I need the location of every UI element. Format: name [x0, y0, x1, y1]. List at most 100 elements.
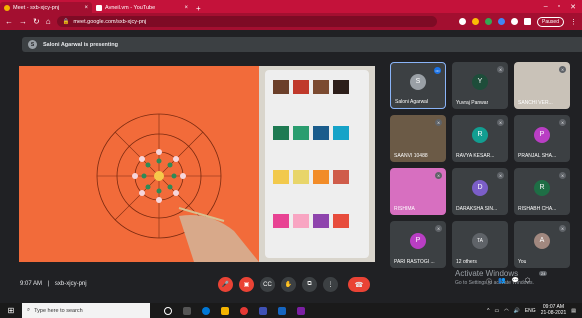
tab-strip: Meet - sxb-xjcy-pnj × Avneil.vm - YouTub… — [0, 0, 582, 13]
mic-off-icon: ⨯ — [559, 66, 566, 73]
captions-button[interactable]: CC — [260, 277, 275, 292]
system-tray: ^ ▭ ◠ 🔊 ENG 09:07 AM 21-08-2021 ▤ — [487, 304, 582, 316]
participant-tile[interactable]: R ⨯ RISHABH CHA... — [514, 168, 570, 215]
lock-icon: 🔒 — [62, 18, 70, 25]
edge-icon[interactable] — [202, 306, 210, 315]
participant-name: You — [518, 259, 527, 265]
more-options-icon[interactable]: ••• — [434, 67, 441, 74]
participant-name: SANCHI VER... — [518, 100, 553, 106]
word-icon[interactable] — [278, 306, 286, 315]
task-view-icon[interactable] — [183, 306, 191, 315]
self-tile[interactable]: A ⨯ You — [514, 221, 570, 268]
avatar: S — [28, 40, 37, 49]
windows-start-icon[interactable]: ⊞ — [0, 306, 22, 315]
people-icon[interactable]: 👥 — [498, 277, 505, 286]
windows-taskbar: ⊞ ⌕ Type here to search ^ ▭ ◠ 🔊 ENG 09:0… — [0, 303, 582, 318]
participant-tile[interactable]: S ••• Saloni Agarwal — [390, 62, 446, 109]
participant-count-badge: 24 — [539, 271, 548, 276]
mic-off-icon: ⨯ — [435, 225, 442, 232]
participant-name: RAVYA KESAR... — [456, 153, 495, 159]
participant-tile[interactable]: Y ⨯ Yuvraj Panwar — [452, 62, 508, 109]
camera-toggle-button[interactable]: ▣ — [239, 277, 254, 292]
media-icon[interactable] — [524, 18, 532, 25]
participant-tile[interactable]: P ⨯ PARI RASTOGI ... — [390, 221, 446, 268]
participant-tile[interactable]: D ⨯ DARAKSHA SIN... — [452, 168, 508, 215]
maximize-icon[interactable]: ▫ — [558, 3, 560, 11]
volume-icon[interactable]: 🔊 — [514, 308, 520, 314]
menu-kebab-icon[interactable]: ⋮ — [570, 18, 577, 26]
activities-icon[interactable]: ⬡ — [525, 277, 530, 286]
youtube-favicon-icon — [96, 4, 102, 11]
forward-icon[interactable]: → — [19, 17, 27, 26]
info-icon[interactable]: ⓘ — [486, 277, 492, 286]
participant-name: PARI RASTOGI ... — [394, 259, 435, 265]
participant-name: Yuvraj Panwar — [456, 100, 489, 106]
battery-icon: ▭ — [494, 307, 500, 314]
chrome-icon[interactable] — [240, 306, 248, 315]
close-tab-icon[interactable]: × — [184, 5, 188, 11]
file-explorer-icon[interactable] — [221, 306, 229, 315]
star-icon[interactable] — [472, 18, 480, 25]
app-icon[interactable] — [297, 306, 305, 315]
avatar: TA — [472, 232, 488, 249]
leave-call-button[interactable]: ☎ — [348, 277, 370, 292]
paint-palette — [259, 66, 375, 262]
mic-off-icon: 🎤 — [221, 282, 230, 288]
mic-off-icon: ⨯ — [435, 119, 442, 126]
meeting-time: 9:07 AM — [20, 281, 43, 287]
avatar: D — [472, 179, 488, 196]
participant-tile[interactable]: R ⨯ RAVYA KESAR... — [452, 115, 508, 162]
clock-date: 21-08-2021 — [540, 309, 567, 316]
participant-tile[interactable]: P ⨯ PRANJAL SHA... — [514, 115, 570, 162]
tab-title: Meet - sxb-xjcy-pnj — [13, 4, 60, 11]
clock[interactable]: 09:07 AM 21-08-2021 — [540, 304, 567, 316]
profile-paused-button[interactable]: Paused — [537, 16, 564, 27]
puzzle-icon[interactable] — [511, 18, 519, 25]
wifi-icon[interactable]: ◠ — [504, 308, 508, 314]
taskbar-search[interactable]: ⌕ Type here to search — [22, 303, 150, 318]
mic-off-icon: ⨯ — [559, 225, 566, 232]
participant-tile[interactable]: ⨯ RISHIMA — [390, 168, 446, 215]
tab-meet[interactable]: Meet - sxb-xjcy-pnj × — [0, 2, 92, 13]
participant-tile[interactable]: ⨯ SAANVI 10488 — [390, 115, 446, 162]
others-tile[interactable]: TA 12 others — [452, 221, 508, 268]
cortana-icon[interactable] — [164, 306, 172, 315]
avatar: A — [534, 232, 550, 249]
meet-favicon-icon — [4, 4, 10, 11]
captions-icon: CC — [263, 281, 272, 288]
palette-drawing — [265, 70, 369, 258]
extensions: Paused ⋮ — [459, 16, 577, 27]
more-options-button[interactable]: ⋮ — [323, 277, 338, 292]
close-tab-icon[interactable]: × — [84, 5, 88, 11]
participant-tile[interactable]: ⨯ SANCHI VER... — [514, 62, 570, 109]
tab-youtube[interactable]: Avneil.vm - YouTube × — [92, 2, 192, 13]
app-icon[interactable] — [259, 306, 267, 315]
chat-icon[interactable]: 💬 — [512, 277, 519, 286]
window-controls: – ▫ ✕ — [544, 3, 582, 11]
meeting-info: 9:07 AM | sxb-xjcy-pnj — [20, 281, 87, 287]
mic-toggle-button[interactable]: 🎤 — [218, 277, 233, 292]
minimize-icon[interactable]: – — [544, 3, 548, 11]
tab-title: Avneil.vm - YouTube — [105, 4, 156, 11]
raise-hand-button[interactable]: ✋ — [281, 277, 296, 292]
participant-name: DARAKSHA SIN... — [456, 206, 498, 212]
present-button[interactable]: ⧉ — [302, 277, 317, 292]
mic-off-icon: ⨯ — [497, 66, 504, 73]
participant-name: Saloni Agarwal — [395, 99, 429, 105]
new-tab-icon[interactable]: + — [192, 4, 205, 13]
camera-icon[interactable] — [459, 18, 467, 25]
back-icon[interactable]: ← — [5, 17, 13, 26]
extension-icon[interactable] — [498, 18, 506, 25]
chevron-up-icon[interactable]: ^ — [487, 308, 489, 314]
avatar: P — [410, 232, 426, 249]
language-indicator[interactable]: ENG — [525, 308, 536, 314]
presenting-banner: S Saloni Agarwal is presenting — [22, 37, 582, 52]
close-window-icon[interactable]: ✕ — [570, 3, 576, 11]
home-icon[interactable]: ⌂ — [46, 17, 51, 26]
reload-icon[interactable]: ↻ — [33, 17, 40, 26]
notifications-icon[interactable]: ▤ — [571, 308, 576, 314]
extension-icon[interactable] — [485, 18, 493, 25]
meeting-code: sxb-xjcy-pnj — [54, 281, 87, 287]
url-field[interactable]: 🔒 meet.google.com/sxb-xjcy-pnj — [56, 16, 437, 27]
participant-grid: S ••• Saloni Agarwal Y ⨯ Yuvraj Panwar ⨯… — [390, 62, 580, 268]
